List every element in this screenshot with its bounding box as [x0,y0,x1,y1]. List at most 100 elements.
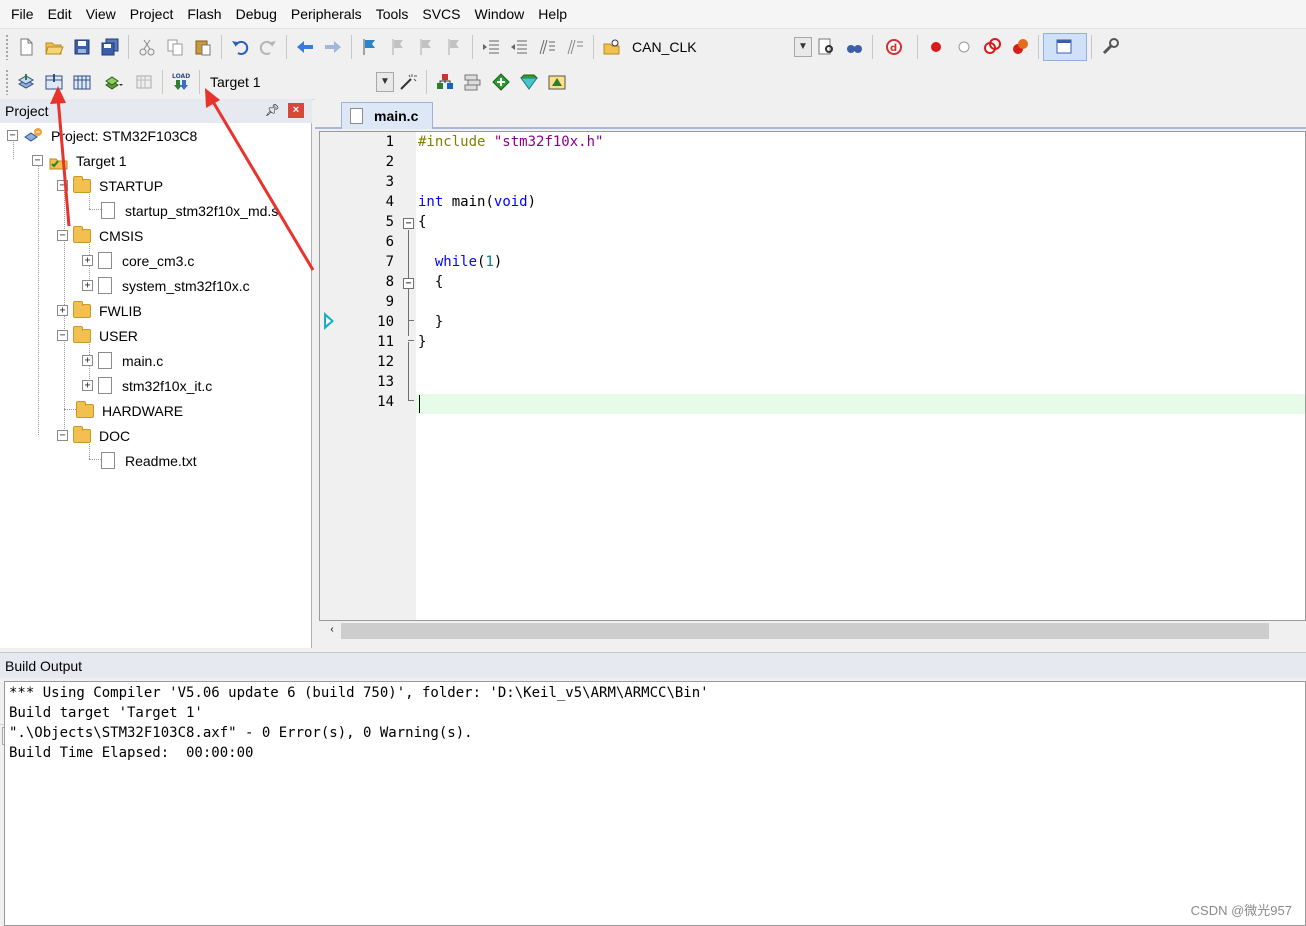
redo-button[interactable] [254,33,282,61]
save-all-button[interactable] [96,33,124,61]
incremental-find-button[interactable] [840,33,868,61]
find-button[interactable] [812,33,840,61]
tree-node-startup[interactable]: − STARTUP [57,173,163,198]
prev-bookmark-button[interactable] [384,33,412,61]
menu-flash[interactable]: Flash [180,0,228,28]
clear-bookmarks-button[interactable] [440,33,468,61]
tree-node-hardware[interactable]: HARDWARE [76,398,183,423]
menu-debug[interactable]: Debug [229,0,284,28]
rte-icon [492,72,510,91]
menu-peripherals[interactable]: Peripherals [284,0,369,28]
next-bookmark-button[interactable] [412,33,440,61]
tree-node-readme[interactable]: Readme.txt [101,448,197,473]
fold-toggle-icon[interactable]: − [403,218,414,229]
tree-node-system-stm32[interactable]: + system_stm32f10x.c [82,273,250,298]
tree-node-label: startup_stm32f10x_md.s [125,202,279,219]
close-icon[interactable]: × [288,103,304,118]
collapse-icon[interactable]: − [57,430,68,441]
expand-icon[interactable]: + [57,305,68,316]
manage-rte-button[interactable] [487,68,515,96]
menu-svcs[interactable]: SVCS [415,0,467,28]
pin-icon[interactable]: 📌︎ [265,103,280,117]
translate-button[interactable] [12,68,40,96]
menu-project[interactable]: Project [123,0,181,28]
configure-button[interactable] [1096,33,1124,61]
menu-help[interactable]: Help [531,0,574,28]
debug-session-button[interactable]: d [877,33,913,61]
nav-forward-button[interactable] [319,33,347,61]
indent-button[interactable] [477,33,505,61]
current-line-highlight [416,394,1305,414]
toolbar-separator [472,34,473,59]
rebuild-button[interactable] [68,68,96,96]
collapse-icon[interactable]: − [32,155,43,166]
stop-build-button[interactable] [130,68,158,96]
tree-node-cmsis[interactable]: − CMSIS [57,223,143,248]
save-button[interactable] [68,33,96,61]
build-button[interactable] [40,68,68,96]
tree-node-core-cm3[interactable]: + core_cm3.c [82,248,194,273]
code-editor[interactable]: 1 2 3 4 5 6 7 8 9 10 11 12 13 14 − − #in… [319,131,1306,621]
tree-node-stm32-it[interactable]: + stm32f10x_it.c [82,373,212,398]
menu-view[interactable]: View [79,0,123,28]
fold-gutter [398,132,416,620]
menu-window[interactable]: Window [468,0,532,28]
undo-button[interactable] [226,33,254,61]
target-options-button[interactable] [394,68,422,96]
tree-node-startup-file[interactable]: startup_stm32f10x_md.s [101,198,278,223]
expand-icon[interactable]: + [82,255,93,266]
code-token: { [434,274,444,290]
batch-build-button[interactable] [96,68,130,96]
next-bookmark-icon [420,38,431,55]
manage-project-items-button[interactable] [431,68,459,96]
copy-button[interactable] [161,33,189,61]
menu-edit[interactable]: Edit [41,0,79,28]
unindent-button[interactable] [505,33,533,61]
find-combo-dropdown[interactable]: ▼ [794,36,812,57]
select-packs-button[interactable] [459,68,487,96]
collapse-icon[interactable]: − [57,180,68,191]
expand-icon[interactable]: + [82,280,93,291]
pack-installer-button[interactable] [515,68,543,96]
target-select-dropdown[interactable]: ▼ [376,71,394,92]
manage-components-button[interactable] [543,68,571,96]
toolbar-grip[interactable] [5,68,9,95]
collapse-icon[interactable]: − [57,330,68,341]
collapse-icon[interactable]: − [7,130,18,141]
find-in-files-button[interactable] [598,33,626,61]
new-file-button[interactable] [12,33,40,61]
target-select[interactable]: Target 1 [204,69,376,94]
cut-button[interactable] [133,33,161,61]
tree-node-user[interactable]: − USER [57,323,138,348]
tree-node-project[interactable]: − Project: STM32F103C8 [7,123,197,148]
enable-breakpoint-button[interactable] [950,33,978,61]
scroll-left-icon[interactable]: ‹ [323,622,341,640]
menu-file[interactable]: File [4,0,41,28]
kill-all-breakpoints-button[interactable] [1006,33,1034,61]
editor-horizontal-scrollbar[interactable]: ‹ [319,621,1306,641]
menu-tools[interactable]: Tools [369,0,416,28]
download-load-button[interactable]: LOAD [167,68,195,96]
disable-all-breakpoints-button[interactable] [978,33,1006,61]
collapse-icon[interactable]: − [57,230,68,241]
bookmark-button[interactable] [356,33,384,61]
uncomment-button[interactable] [561,33,589,61]
scroll-thumb[interactable] [341,623,1269,639]
fold-toggle-icon[interactable]: − [403,278,414,289]
find-combo[interactable]: CAN_CLK [626,34,794,59]
insert-breakpoint-button[interactable] [922,33,950,61]
tree-node-doc[interactable]: − DOC [57,423,130,448]
tab-main-c[interactable]: main.c [341,102,433,129]
paste-button[interactable] [189,33,217,61]
window-select-button[interactable] [1043,32,1087,61]
expand-icon[interactable]: + [82,355,93,366]
open-file-button[interactable] [40,33,68,61]
tree-node-fwlib[interactable]: + FWLIB [57,298,142,323]
nav-back-button[interactable] [291,33,319,61]
toolbar-grip[interactable] [5,33,9,60]
expand-icon[interactable]: + [82,380,93,391]
tree-node-main-c[interactable]: + main.c [82,348,163,373]
build-output-panel[interactable]: *** Using Compiler 'V5.06 update 6 (buil… [4,681,1306,926]
tree-node-target[interactable]: − Target 1 [32,148,127,173]
comment-button[interactable] [533,33,561,61]
